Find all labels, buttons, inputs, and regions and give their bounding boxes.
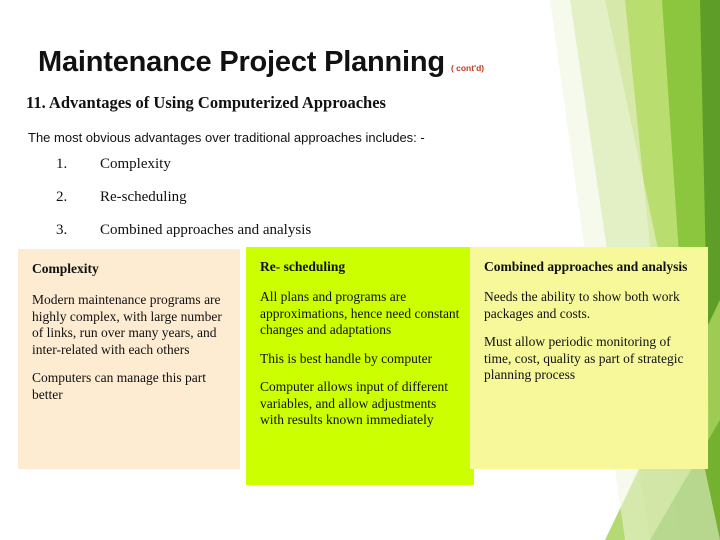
list-item: 1. Complexity — [56, 156, 486, 173]
intro-text: The most obvious advantages over traditi… — [28, 130, 425, 145]
box-paragraph: This is best handle by computer — [260, 350, 433, 366]
box-paragraph: Needs the ability to show both work pack… — [484, 289, 680, 321]
numbered-list: 1. Complexity 2. Re-scheduling 3. Combin… — [56, 156, 486, 255]
list-item-number: 1. — [56, 156, 68, 172]
subheading: 11. Advantages of Using Computerized App… — [26, 93, 386, 112]
slide: Maintenance Project Planning ( cont'd) 1… — [0, 0, 720, 540]
box-paragraph: Modern maintenance programs are highly c… — [32, 292, 222, 357]
content-box-combined-approaches: Combined approaches and analysis Needs t… — [470, 247, 708, 469]
box-paragraph: All plans and programs are approximation… — [260, 289, 460, 338]
list-item-text: Re-scheduling — [100, 189, 187, 205]
list-item-number: 3. — [56, 222, 68, 238]
list-item: 2. Re-scheduling — [56, 189, 486, 206]
content-box-complexity: Complexity Modern maintenance programs a… — [18, 249, 240, 469]
list-item-number: 2. — [56, 189, 68, 205]
box-heading: Re- scheduling — [260, 259, 346, 274]
box-paragraph: Must allow periodic monitoring of time, … — [484, 334, 684, 383]
title-row: Maintenance Project Planning ( cont'd) — [38, 48, 484, 77]
box-heading: Complexity — [32, 261, 99, 276]
box-paragraph: Computers can manage this part better — [32, 370, 206, 402]
list-item: 3. Combined approaches and analysis — [56, 222, 486, 239]
list-item-text: Complexity — [100, 156, 171, 172]
list-item-text: Combined approaches and analysis — [100, 222, 312, 238]
box-paragraph: Computer allows input of different varia… — [260, 379, 448, 428]
page-title: Maintenance Project Planning — [38, 46, 445, 78]
box-heading: Combined approaches and analysis — [484, 259, 688, 274]
content-box-rescheduling: Re- scheduling All plans and programs ar… — [246, 247, 474, 485]
title-superscript: ( cont'd) — [450, 63, 485, 73]
